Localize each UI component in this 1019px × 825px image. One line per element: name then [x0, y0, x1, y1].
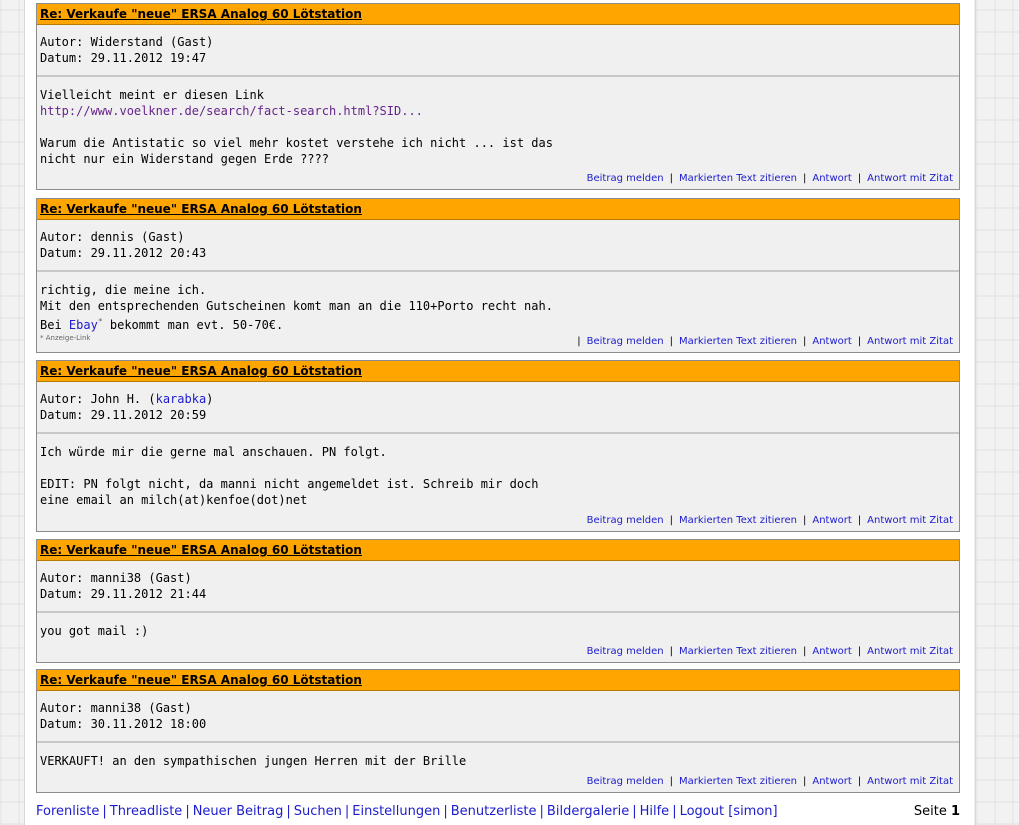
post-title: Re: Verkaufe "neue" ERSA Analog 60 Lötst…	[37, 361, 959, 382]
report-post-link[interactable]: Beitrag melden	[587, 336, 664, 347]
nav-suchen[interactable]: Suchen	[294, 804, 342, 819]
nav-neuer-beitrag[interactable]: Neuer Beitrag	[193, 804, 284, 819]
report-post-link[interactable]: Beitrag melden	[587, 776, 664, 787]
post-meta: Autor: John H. (karabka) Datum: 29.11.20…	[37, 382, 959, 434]
nav-forenliste[interactable]: Forenliste	[36, 804, 99, 819]
post-author: Autor: manni38 (Gast)	[40, 701, 192, 715]
footer-nav: Forenliste | Threadliste | Neuer Beitrag | Suc…	[36, 804, 960, 819]
post-actions: Beitrag melden | Markierten Text zitieren |…	[586, 646, 953, 657]
quote-marked-text-link[interactable]: Markierten Text zitieren	[679, 646, 797, 657]
post-actions: | Beitrag melden | Markierten Text zitieren…	[577, 336, 953, 347]
quote-marked-text-link[interactable]: Markierten Text zitieren	[679, 173, 797, 184]
post-author: Autor: manni38 (Gast)	[40, 571, 192, 585]
reply-link[interactable]: Antwort	[812, 336, 851, 347]
reply-with-quote-link[interactable]: Antwort mit Zitat	[867, 646, 953, 657]
quote-marked-text-link[interactable]: Markierten Text zitieren	[679, 336, 797, 347]
quote-marked-text-link[interactable]: Markierten Text zitieren	[679, 776, 797, 787]
post-body: richtig, die meine ich. Mit den entsprech…	[40, 283, 553, 332]
forum-post: Re: Verkaufe "neue" ERSA Analog 60 Lötst…	[36, 539, 960, 663]
nav-logout[interactable]: Logout [simon]	[680, 804, 778, 819]
page-indicator: Seite 1	[913, 804, 960, 819]
post-author: Autor: Widerstand (Gast)	[40, 35, 214, 49]
nav-einstellungen[interactable]: Einstellungen	[352, 804, 440, 819]
post-meta: Autor: manni38 (Gast) Datum: 29.11.2012 …	[37, 561, 959, 613]
reply-with-quote-link[interactable]: Antwort mit Zitat	[867, 173, 953, 184]
background-right-decoration	[975, 0, 1019, 825]
reply-link[interactable]: Antwort	[812, 173, 851, 184]
post-author: Autor: dennis (Gast)	[40, 230, 185, 244]
post-meta: Autor: Widerstand (Gast) Datum: 29.11.20…	[37, 25, 959, 77]
reply-with-quote-link[interactable]: Antwort mit Zitat	[867, 515, 953, 526]
post-title: Re: Verkaufe "neue" ERSA Analog 60 Lötst…	[37, 4, 959, 25]
external-link[interactable]: http://www.voelkner.de/search/fact-searc…	[40, 104, 423, 118]
post-body: VERKAUFT! an den sympathischen jungen He…	[40, 754, 467, 768]
post-title: Re: Verkaufe "neue" ERSA Analog 60 Lötst…	[37, 670, 959, 691]
reply-with-quote-link[interactable]: Antwort mit Zitat	[867, 776, 953, 787]
post-title-link[interactable]: Re: Verkaufe "neue" ERSA Analog 60 Lötst…	[40, 673, 362, 687]
forum-post: Re: Verkaufe "neue" ERSA Analog 60 Lötst…	[36, 360, 960, 532]
author-profile-link[interactable]: karabka	[156, 392, 207, 406]
post-date: Datum: 29.11.2012 19:47	[40, 51, 207, 65]
post-actions: Beitrag melden | Markierten Text zitieren |…	[586, 515, 953, 526]
post-date: Datum: 29.11.2012 21:44	[40, 587, 207, 601]
forum-post: Re: Verkaufe "neue" ERSA Analog 60 Lötst…	[36, 198, 960, 353]
ebay-ad-link[interactable]: Ebay	[69, 318, 98, 332]
report-post-link[interactable]: Beitrag melden	[587, 515, 664, 526]
forum-post: Re: Verkaufe "neue" ERSA Analog 60 Lötst…	[36, 3, 960, 190]
nav-benutzerliste[interactable]: Benutzerliste	[451, 804, 537, 819]
page-number: 1	[950, 804, 960, 819]
post-title-link[interactable]: Re: Verkaufe "neue" ERSA Analog 60 Lötst…	[40, 7, 362, 21]
forum-post: Re: Verkaufe "neue" ERSA Analog 60 Lötst…	[36, 669, 960, 793]
post-title: Re: Verkaufe "neue" ERSA Analog 60 Lötst…	[37, 540, 959, 561]
reply-link[interactable]: Antwort	[812, 515, 851, 526]
background-left-decoration	[0, 0, 25, 825]
post-body: Vielleicht meint er diesen Link http://ww…	[40, 88, 553, 166]
post-title: Re: Verkaufe "neue" ERSA Analog 60 Lötst…	[37, 199, 959, 220]
nav-threadliste[interactable]: Threadliste	[110, 804, 183, 819]
post-title-link[interactable]: Re: Verkaufe "neue" ERSA Analog 60 Lötst…	[40, 543, 362, 557]
post-date: Datum: 29.11.2012 20:43	[40, 246, 207, 260]
forum-content: Re: Verkaufe "neue" ERSA Analog 60 Lötst…	[25, 0, 974, 825]
post-date: Datum: 30.11.2012 18:00	[40, 717, 207, 731]
report-post-link[interactable]: Beitrag melden	[587, 646, 664, 657]
post-meta: Autor: manni38 (Gast) Datum: 30.11.2012 …	[37, 691, 959, 743]
post-title-link[interactable]: Re: Verkaufe "neue" ERSA Analog 60 Lötst…	[40, 364, 362, 378]
reply-with-quote-link[interactable]: Antwort mit Zitat	[867, 336, 953, 347]
post-date: Datum: 29.11.2012 20:59	[40, 408, 207, 422]
nav-hilfe[interactable]: Hilfe	[640, 804, 670, 819]
nav-bildergalerie[interactable]: Bildergalerie	[547, 804, 629, 819]
reply-link[interactable]: Antwort	[812, 646, 851, 657]
reply-link[interactable]: Antwort	[812, 776, 851, 787]
post-meta: Autor: dennis (Gast) Datum: 29.11.2012 2…	[37, 220, 959, 272]
post-actions: Beitrag melden | Markierten Text zitieren |…	[586, 776, 953, 787]
ad-link-note: * Anzeige-Link	[40, 334, 91, 342]
post-actions: Beitrag melden | Markierten Text zitieren |…	[586, 173, 953, 184]
quote-marked-text-link[interactable]: Markierten Text zitieren	[679, 515, 797, 526]
post-body: you got mail :)	[40, 624, 149, 638]
post-author: Autor: John H. (karabka)	[40, 392, 214, 406]
post-title-link[interactable]: Re: Verkaufe "neue" ERSA Analog 60 Lötst…	[40, 202, 362, 216]
post-body: Ich würde mir die gerne mal anschauen. P…	[40, 445, 539, 507]
report-post-link[interactable]: Beitrag melden	[587, 173, 664, 184]
